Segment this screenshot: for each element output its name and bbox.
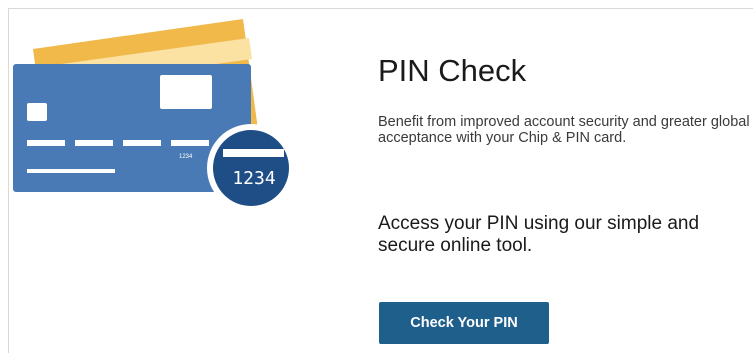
benefit-description: Benefit from improved account security a… bbox=[378, 114, 750, 146]
card-chip-icon bbox=[27, 103, 47, 121]
credit-card-illustration: 1234 1234 bbox=[13, 19, 295, 212]
pin-badge-icon: 1234 bbox=[207, 124, 295, 212]
card-hologram-icon bbox=[160, 75, 212, 109]
pin-badge-number: 1234 bbox=[232, 168, 275, 189]
access-description: Access your PIN using our simple and sec… bbox=[378, 213, 700, 256]
check-your-pin-button[interactable]: Check Your PIN bbox=[379, 302, 549, 344]
card-small-number: 1234 bbox=[179, 154, 193, 160]
page-title: PIN Check bbox=[378, 53, 527, 88]
pin-check-panel: 1234 1234 PIN Check Benefit from improve… bbox=[8, 8, 753, 353]
